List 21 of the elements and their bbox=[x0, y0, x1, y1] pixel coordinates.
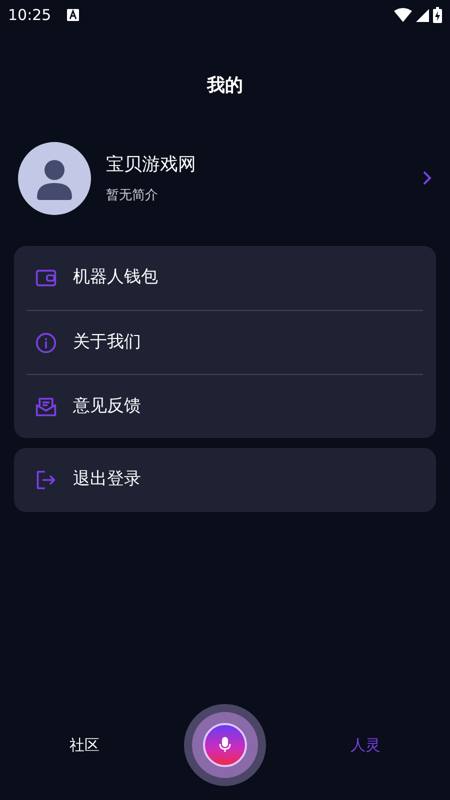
chevron-right-icon bbox=[422, 170, 432, 186]
wallet-icon bbox=[35, 267, 57, 289]
mail-icon bbox=[35, 396, 57, 418]
menu-item[interactable]: 机器人钱包 bbox=[27, 246, 423, 310]
profile-name: 宝贝游戏网 bbox=[106, 152, 197, 177]
page-title: 我的 bbox=[207, 74, 243, 98]
menu-item[interactable]: 意见反馈 bbox=[27, 374, 423, 438]
nav-tab[interactable]: 社区 bbox=[34, 734, 135, 756]
wifi-icon bbox=[394, 8, 412, 22]
menu-item[interactable]: 退出登录 bbox=[27, 448, 423, 512]
signal-icon bbox=[416, 8, 429, 22]
status-time: 10:25 bbox=[8, 4, 52, 26]
info-icon bbox=[35, 332, 57, 354]
profile-bio: 暂无简介 bbox=[106, 186, 159, 205]
avatar-icon bbox=[18, 142, 91, 214]
battery-icon bbox=[433, 7, 442, 23]
microphone-icon bbox=[218, 737, 231, 753]
keyboard-notification-icon bbox=[67, 9, 80, 21]
menu-item[interactable]: 关于我们 bbox=[27, 310, 423, 374]
profile-row[interactable]: 宝贝游戏网 暂无简介 bbox=[0, 140, 450, 216]
logout-icon bbox=[35, 469, 57, 491]
